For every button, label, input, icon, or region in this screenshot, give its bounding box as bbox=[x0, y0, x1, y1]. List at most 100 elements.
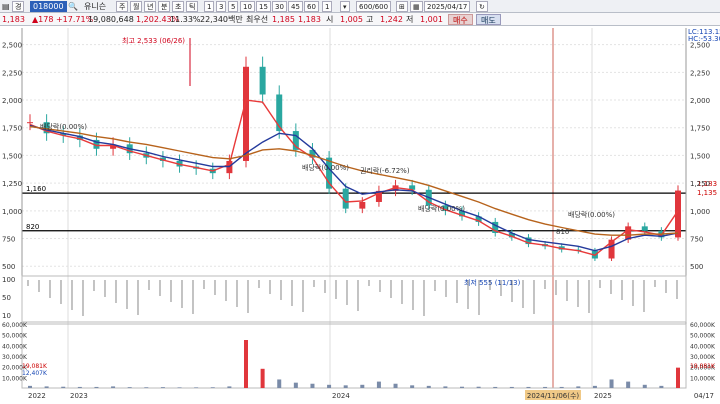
search-icon[interactable]: 🔍 bbox=[68, 1, 78, 12]
sell-button[interactable]: 매도 bbox=[476, 14, 501, 25]
volume-bar bbox=[227, 386, 232, 388]
price-axis: 2,500 2,500 2,250 2,250 2,000 2,000 1,750 1,750… bbox=[2, 28, 710, 388]
volume-bar bbox=[277, 379, 282, 388]
interval-30[interactable]: 30 bbox=[272, 1, 287, 12]
candle-body bbox=[243, 66, 249, 161]
quote-bar: 1,183 ▲178 +17.71% 19,080,648 1,202.43% … bbox=[0, 13, 720, 26]
interval-1[interactable]: 1 bbox=[204, 1, 215, 12]
volume-tick-label: 40,000K bbox=[2, 343, 28, 350]
volume-bar bbox=[293, 382, 298, 388]
trade-amount: 22,340백만 bbox=[200, 15, 243, 24]
volume: 19,080,648 bbox=[88, 15, 134, 24]
volume-bar bbox=[77, 386, 82, 388]
interval-10[interactable]: 10 bbox=[240, 1, 255, 12]
candle-body bbox=[259, 66, 266, 95]
x-tick-label: 2023 bbox=[70, 392, 88, 400]
indicator-frame bbox=[21, 275, 687, 323]
volume-bar bbox=[376, 381, 381, 388]
stock-name[interactable]: 유니슨 bbox=[84, 1, 106, 12]
volume-bar bbox=[194, 387, 199, 388]
y-tick-label-right: 2,250 bbox=[690, 69, 710, 77]
volume-tick-label-right: 40,000K bbox=[690, 343, 716, 350]
period-week[interactable]: 주 bbox=[116, 1, 129, 12]
interval-15[interactable]: 15 bbox=[256, 1, 271, 12]
volume-bar bbox=[642, 384, 647, 388]
annotation-label: 1,135 bbox=[697, 189, 717, 197]
left-label[interactable]: 경 bbox=[12, 1, 25, 12]
buy-button[interactable]: 매수 bbox=[448, 14, 473, 25]
volume-bar bbox=[343, 385, 348, 388]
volume-panel: 60,000K 60,000K 50,000K 50,000K 40,000K 40,00… bbox=[2, 322, 716, 389]
low-label: 저 bbox=[406, 15, 414, 24]
volume-bar bbox=[626, 381, 631, 388]
volume-tick-label: 30,000K bbox=[2, 354, 28, 361]
annotation-label: 배당락(0.00%) bbox=[40, 122, 87, 131]
volume-bar bbox=[509, 386, 514, 388]
volume-bar bbox=[327, 384, 332, 388]
y-tick-label-right: 500 bbox=[690, 263, 703, 271]
interval-45[interactable]: 45 bbox=[288, 1, 303, 12]
date-field[interactable]: 2025/04/17 bbox=[424, 1, 471, 12]
volume-bar bbox=[210, 387, 215, 388]
volume-last-label-left: 19,081K bbox=[22, 363, 48, 370]
indicator-tick-label: 100 bbox=[2, 276, 15, 284]
y-tick-label-left: 1,250 bbox=[2, 180, 22, 188]
indicator-panel: 100 50 10 bbox=[2, 275, 687, 323]
volume-bar bbox=[592, 385, 597, 388]
y-tick-label-right: 750 bbox=[690, 236, 703, 244]
period-minute[interactable]: 분 bbox=[158, 1, 171, 12]
menu-icon[interactable]: ▤ bbox=[2, 1, 10, 12]
interval-custom[interactable]: 1 bbox=[322, 1, 333, 12]
volume-bar bbox=[61, 386, 66, 388]
interval-60[interactable]: 60 bbox=[304, 1, 319, 12]
y-tick-label-left: 500 bbox=[2, 263, 15, 271]
volume-bar bbox=[526, 386, 531, 388]
volume-tick-label-right: 30,000K bbox=[690, 354, 716, 361]
annotation-label: 권리락(-6.72%) bbox=[360, 166, 410, 175]
volume-bar bbox=[127, 387, 132, 388]
volume-bar bbox=[476, 386, 481, 388]
candle-body bbox=[359, 201, 366, 209]
zoom-icon[interactable]: ⊞ bbox=[396, 1, 408, 12]
date-axis: 2022 2023 2024 2024/11/06(수) 2025 04/17 bbox=[28, 390, 714, 400]
current-price: 1,183 bbox=[2, 15, 25, 24]
volume-bar bbox=[160, 387, 165, 388]
interval-5[interactable]: 5 bbox=[228, 1, 239, 12]
volume-bar bbox=[460, 386, 464, 388]
volume-bar bbox=[676, 367, 680, 388]
volume-bar bbox=[111, 386, 116, 388]
volume-bar bbox=[244, 340, 248, 388]
period-month[interactable]: 월 bbox=[130, 1, 143, 12]
y-tick-label-left: 750 bbox=[2, 236, 15, 244]
best-bid: 1,183 bbox=[298, 15, 321, 24]
y-tick-label-left: 1,750 bbox=[2, 125, 22, 133]
volume-bar bbox=[426, 385, 431, 388]
volume-bar bbox=[493, 386, 498, 388]
high-label: 고 bbox=[366, 15, 374, 24]
interval-3[interactable]: 3 bbox=[216, 1, 227, 12]
volume-bar bbox=[659, 385, 664, 388]
x-tick-label: 2022 bbox=[28, 392, 46, 400]
refresh-icon[interactable]: ↻ bbox=[476, 1, 488, 12]
count-field[interactable]: 600/600 bbox=[356, 1, 392, 12]
volume-bar bbox=[410, 385, 415, 388]
volume-bar bbox=[44, 386, 49, 388]
turnover: 11.33% bbox=[170, 15, 201, 24]
calendar-icon[interactable]: ▦ bbox=[410, 1, 423, 12]
annotation-label: 배당락(0.00%) bbox=[302, 163, 349, 172]
period-second[interactable]: 초 bbox=[172, 1, 185, 12]
open-label: 시 bbox=[326, 15, 334, 24]
y-tick-label-right: 1,750 bbox=[690, 125, 710, 133]
y-tick-label-left: 1,500 bbox=[2, 152, 22, 160]
volume-bar bbox=[443, 386, 448, 388]
chart-type-dropdown[interactable]: ▾ bbox=[340, 1, 350, 12]
annotation-label: 배당락(0.00%) bbox=[418, 204, 465, 213]
volume-tick-label-right: 60,000K bbox=[690, 322, 716, 329]
period-tick[interactable]: 틱 bbox=[186, 1, 199, 12]
stock-chart[interactable]: 1,160 820 최고 2,533 (06/26)최저 555 (11/13)배… bbox=[0, 26, 720, 404]
volume-bar bbox=[260, 368, 265, 388]
volume-bar bbox=[360, 384, 365, 388]
volume-tick-label: 50,000K bbox=[2, 333, 28, 340]
stock-code-input[interactable]: 018000 bbox=[30, 1, 67, 12]
period-year[interactable]: 년 bbox=[144, 1, 157, 12]
